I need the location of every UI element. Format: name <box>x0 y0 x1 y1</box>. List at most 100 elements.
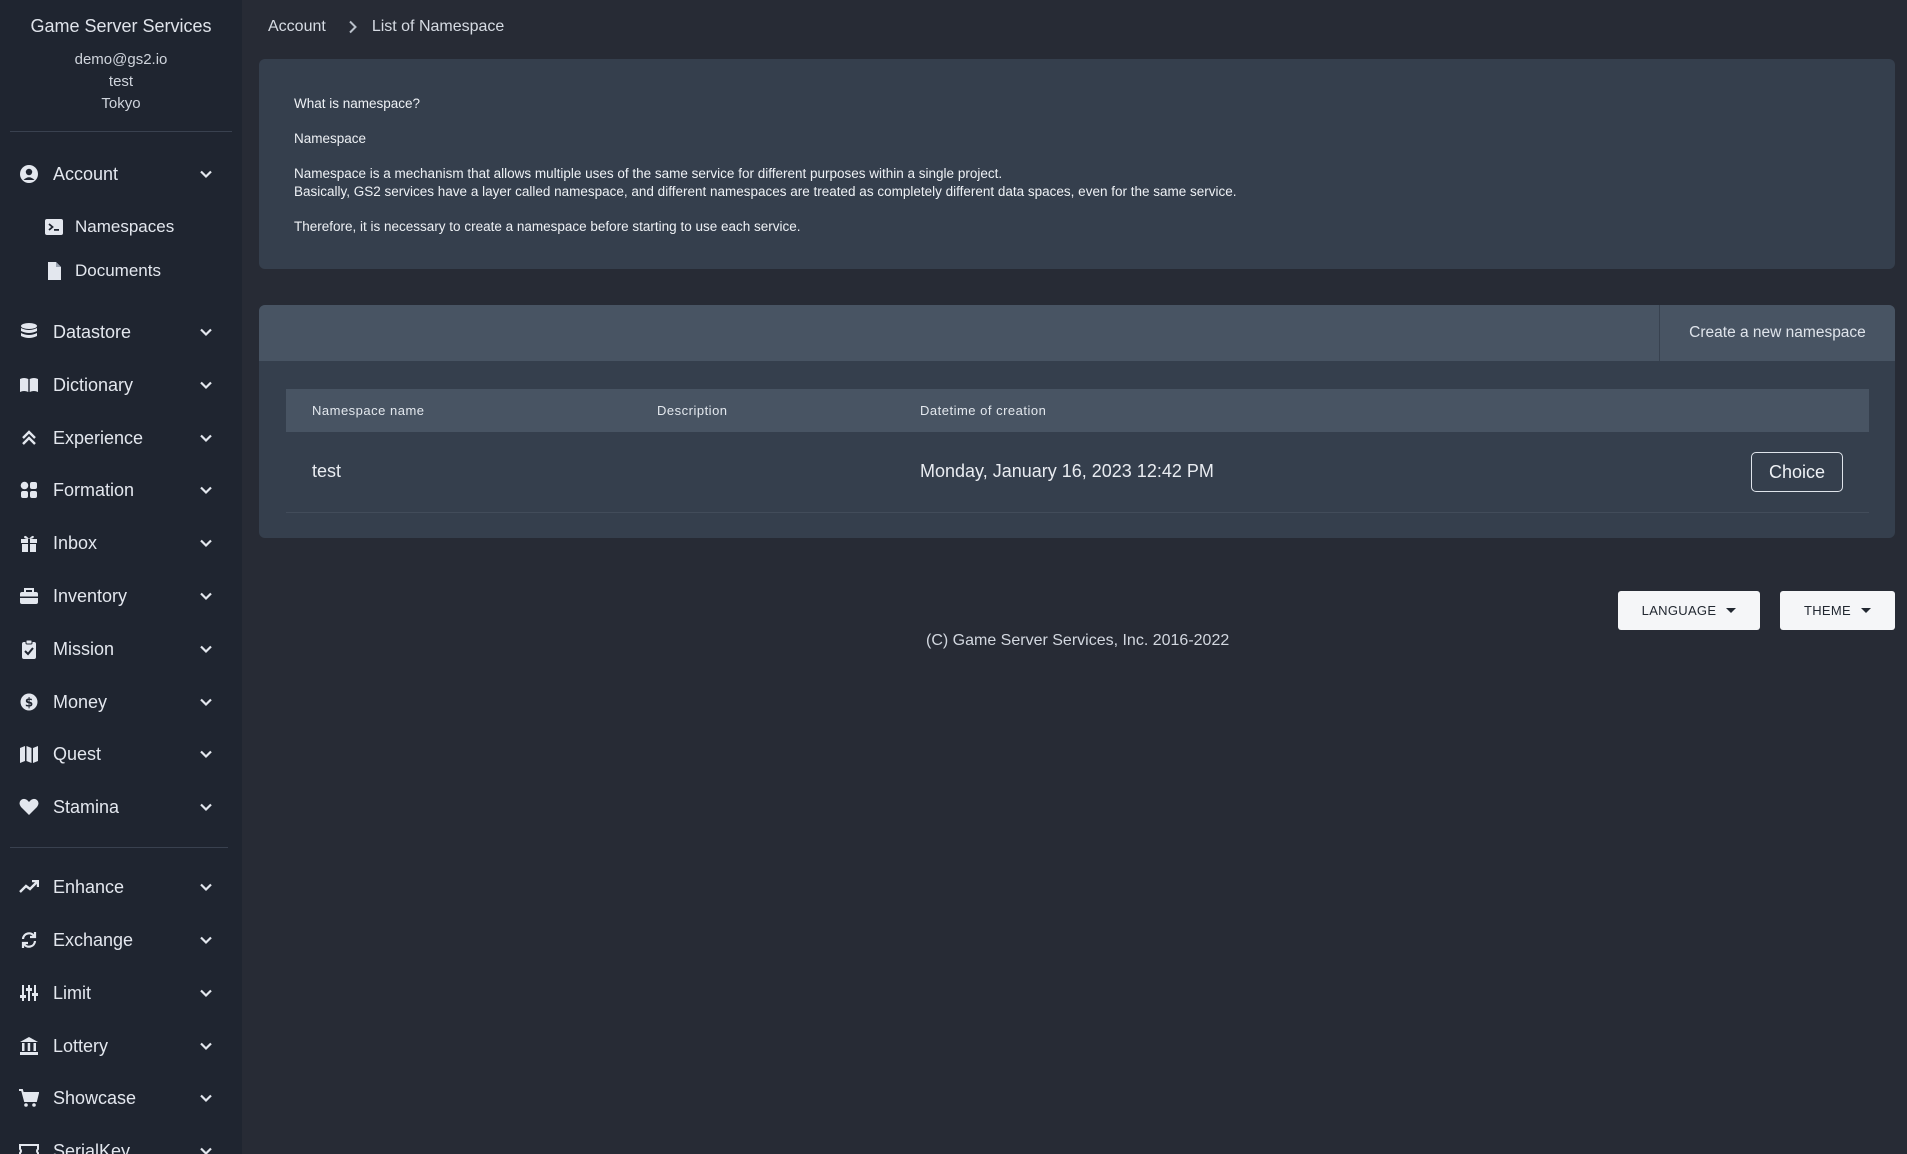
sidebar-item-label: Dictionary <box>53 374 134 395</box>
map-icon <box>19 744 39 764</box>
chevron-down-icon <box>196 1036 216 1056</box>
sidebar-item-formation[interactable]: Formation <box>0 470 242 510</box>
chevron-down-icon <box>196 428 216 448</box>
breadcrumb-account[interactable]: Account <box>268 18 326 36</box>
namespace-toolbar: Create a new namespace <box>259 305 1895 361</box>
ticket-icon <box>19 1141 39 1154</box>
grid-icon <box>19 480 39 500</box>
sidebar-item-label: Inventory <box>53 585 128 606</box>
clipboard-check-icon <box>19 639 39 659</box>
language-label: LANGUAGE <box>1641 603 1717 618</box>
sidebar-item-label: Showcase <box>53 1087 137 1108</box>
language-dropdown-button[interactable]: LANGUAGE <box>1618 591 1760 630</box>
caret-down-icon <box>1726 608 1737 613</box>
heart-icon <box>19 797 39 817</box>
sidebar-item-label: Datastore <box>53 321 132 342</box>
sidebar-item-lottery[interactable]: Lottery <box>0 1026 242 1066</box>
info-heading: Namespace <box>294 131 367 146</box>
theme-dropdown-button[interactable]: THEME <box>1780 591 1895 630</box>
info-question: What is namespace? <box>294 96 421 111</box>
exchange-icon <box>19 930 39 950</box>
chevron-down-icon <box>196 930 216 950</box>
sidebar-item-label: Limit <box>53 982 92 1003</box>
sidebar-item-account[interactable]: Account <box>0 154 242 194</box>
copyright-text: (C) Game Server Services, Inc. 2016-2022 <box>926 632 1230 649</box>
sidebar-item-serialkey[interactable]: SerialKey <box>0 1131 242 1154</box>
sidebar-item-stamina[interactable]: Stamina <box>0 787 242 827</box>
column-header-name[interactable]: Namespace name <box>312 403 425 418</box>
terminal-icon <box>45 218 63 236</box>
sidebar-item-label: SerialKey <box>53 1140 131 1154</box>
app-title: Game Server Services <box>30 16 212 36</box>
sidebar-item-label: Formation <box>53 479 135 500</box>
sidebar-item-label: Stamina <box>53 796 120 817</box>
sidebar-item-inbox[interactable]: Inbox <box>0 523 242 563</box>
user-email: demo@gs2.io <box>74 51 168 68</box>
sidebar-subitem-documents[interactable]: Documents <box>0 253 242 289</box>
caret-down-icon <box>1861 608 1871 613</box>
file-icon <box>45 262 63 280</box>
sidebar-item-label: Money <box>53 691 108 712</box>
chevron-down-icon <box>196 1088 216 1108</box>
gift-icon <box>19 533 39 553</box>
namespace-table: Namespace name Description Datetime of c… <box>286 389 1869 513</box>
sidebar-header: Game Server Services demo@gs2.io test To… <box>0 0 242 115</box>
sidebar-item-mission[interactable]: Mission <box>0 629 242 669</box>
chevron-down-icon <box>196 877 216 897</box>
sidebar-item-label: Mission <box>53 638 115 659</box>
namespace-created-cell: Monday, January 16, 2023 12:42 PM <box>920 461 1214 481</box>
chevron-down-icon <box>196 797 216 817</box>
sidebar-subitem-label: Documents <box>75 261 161 280</box>
region-name: Tokyo <box>101 95 141 112</box>
chevron-down-icon <box>196 322 216 342</box>
sidebar-item-label: Exchange <box>53 929 134 950</box>
sidebar-item-exchange[interactable]: Exchange <box>0 920 242 960</box>
sliders-icon <box>19 983 39 1003</box>
bank-icon <box>19 1036 39 1056</box>
column-header-description[interactable]: Description <box>657 403 728 418</box>
sidebar-item-showcase[interactable]: Showcase <box>0 1078 242 1118</box>
sidebar-subitem-label: Namespaces <box>75 217 175 236</box>
chevron-down-icon <box>196 983 216 1003</box>
choice-button[interactable]: Choice <box>1751 452 1843 492</box>
chevron-down-icon <box>196 692 216 712</box>
chevron-down-icon <box>196 744 216 764</box>
sidebar-divider <box>10 131 232 132</box>
cart-icon <box>19 1088 39 1108</box>
chevron-down-icon <box>196 639 216 659</box>
book-icon <box>19 375 39 395</box>
create-namespace-button[interactable]: Create a new namespace <box>1659 305 1895 361</box>
sidebar-item-label: Enhance <box>53 876 125 897</box>
sidebar-item-inventory[interactable]: Inventory <box>0 576 242 616</box>
svg-text:$: $ <box>25 696 33 710</box>
info-text-line: Namespace is a mechanism that allows mul… <box>294 166 1003 181</box>
sidebar-item-enhance[interactable]: Enhance <box>0 867 242 907</box>
chevron-down-icon <box>196 164 216 184</box>
dollar-circle-icon: $ <box>19 692 39 712</box>
chevron-down-icon <box>196 1141 216 1154</box>
namespace-info-panel: What is namespace? Namespace Namespace i… <box>259 59 1895 269</box>
sidebar-item-money[interactable]: $ Money <box>0 682 242 722</box>
namespace-list-card: Create a new namespace Namespace name De… <box>259 305 1895 538</box>
info-text-line: Basically, GS2 services have a layer cal… <box>294 184 1237 199</box>
sidebar-divider <box>10 847 228 848</box>
chevron-down-icon <box>196 375 216 395</box>
sidebar-item-quest[interactable]: Quest <box>0 734 242 774</box>
sidebar-item-label: Account <box>53 163 119 184</box>
sidebar-item-dictionary[interactable]: Dictionary <box>0 365 242 405</box>
table-row[interactable]: test Monday, January 16, 2023 12:42 PM C… <box>286 432 1869 513</box>
sidebar-subitem-namespaces[interactable]: Namespaces <box>0 209 242 245</box>
breadcrumb: Account List of Namespace <box>268 18 504 36</box>
column-header-created[interactable]: Datetime of creation <box>920 403 1046 418</box>
sidebar-item-experience[interactable]: Experience <box>0 418 242 458</box>
database-icon <box>19 322 39 342</box>
user-circle-icon <box>19 164 39 184</box>
sidebar-item-datastore[interactable]: Datastore <box>0 312 242 352</box>
sidebar-item-label: Experience <box>53 427 144 448</box>
sidebar-item-limit[interactable]: Limit <box>0 973 242 1013</box>
trend-up-icon <box>19 877 39 897</box>
sidebar-item-label: Quest <box>53 743 102 764</box>
info-text-line: Therefore, it is necessary to create a n… <box>294 219 801 234</box>
sidebar-item-label: Inbox <box>53 532 98 553</box>
theme-label: THEME <box>1804 603 1851 618</box>
